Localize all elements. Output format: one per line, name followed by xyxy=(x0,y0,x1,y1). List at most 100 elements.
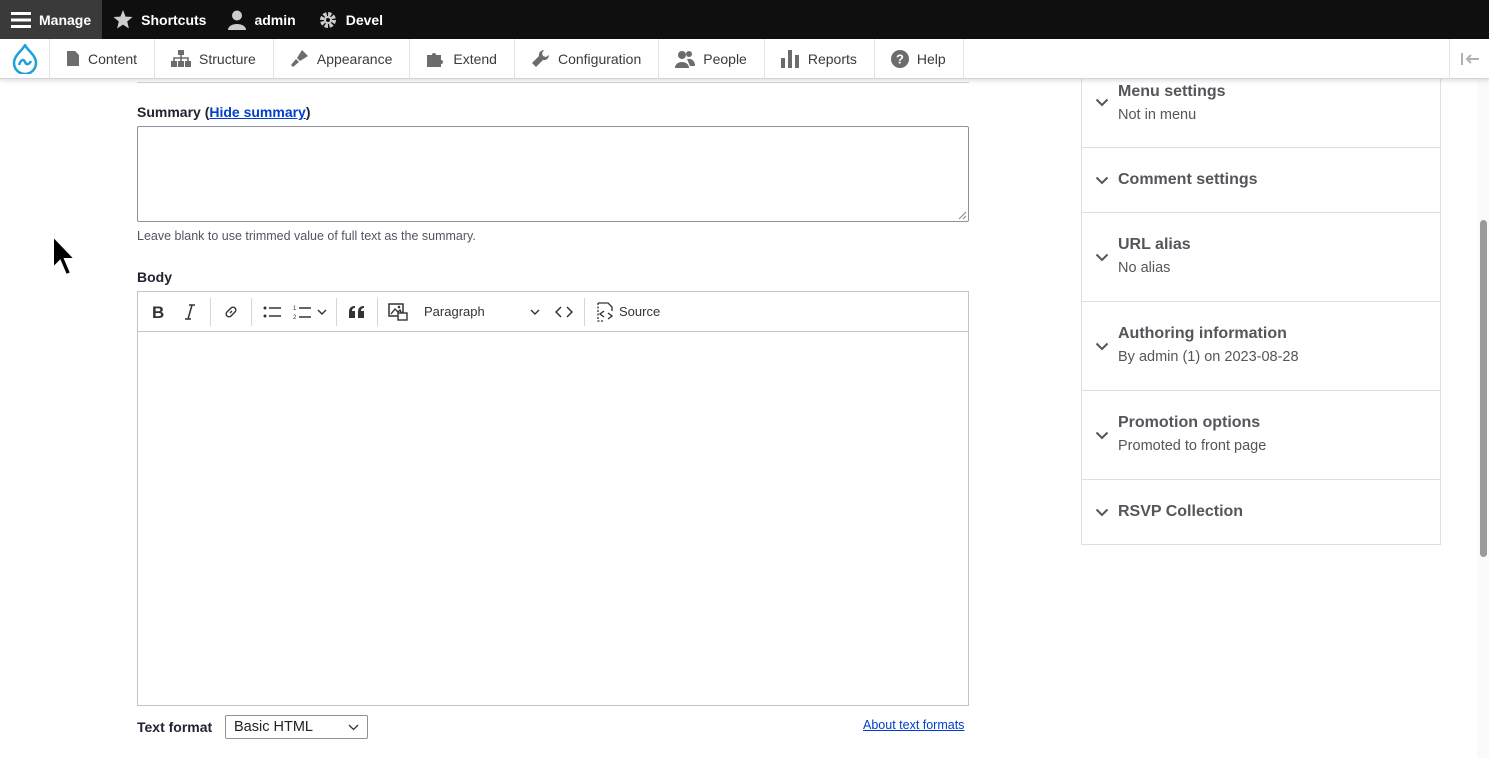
bulleted-list-button[interactable] xyxy=(256,296,288,328)
body-editor-content[interactable] xyxy=(138,332,968,705)
help-icon: ? xyxy=(890,49,909,68)
paintbrush-icon xyxy=(290,50,308,67)
user-icon xyxy=(228,10,247,30)
shortcuts-tab[interactable]: Shortcuts xyxy=(102,0,217,39)
hide-summary-link[interactable]: Hide summary xyxy=(209,104,305,120)
toolbar-separator xyxy=(377,297,378,326)
source-label: Source xyxy=(619,304,661,319)
source-icon xyxy=(597,301,614,322)
tray-item-people[interactable]: People xyxy=(659,39,765,78)
summary-label-prefix: Summary ( xyxy=(137,104,210,120)
resize-grip-icon[interactable] xyxy=(957,210,967,220)
chevron-down-icon xyxy=(1095,98,1109,107)
text-format-select[interactable]: Basic HTML xyxy=(225,715,368,739)
sidebar-section-promotion-options[interactable]: Promotion options Promoted to front page xyxy=(1082,391,1440,480)
chevron-down-icon xyxy=(1095,508,1109,517)
admin-toolbar: Manage Shortcuts admin Devel xyxy=(0,0,1489,39)
tray-item-help[interactable]: ? Help xyxy=(875,39,964,78)
sidebar-section-summary: Not in menu xyxy=(1118,107,1197,123)
svg-text:?: ? xyxy=(896,51,904,66)
drupal-drop-icon xyxy=(12,43,37,74)
sidebar-section-authoring-information[interactable]: Authoring information By admin (1) on 20… xyxy=(1082,302,1440,391)
bulleted-list-icon xyxy=(263,306,281,317)
numbered-list-icon: 12 xyxy=(293,306,311,320)
about-text-formats-link[interactable]: About text formats xyxy=(863,718,964,732)
sidebar-section-comment-settings[interactable]: Comment settings xyxy=(1082,148,1440,213)
tray-item-content[interactable]: Content xyxy=(50,39,156,78)
tray-item-reports[interactable]: Reports xyxy=(765,39,875,78)
mouse-cursor-icon xyxy=(52,234,78,277)
tray-label: Structure xyxy=(199,50,256,67)
star-icon xyxy=(113,10,133,29)
sidebar-section-summary: Promoted to front page xyxy=(1118,438,1267,454)
scrollbar-thumb[interactable] xyxy=(1480,220,1487,557)
sidebar-section-summary: By admin (1) on 2023-08-28 xyxy=(1118,349,1299,365)
italic-button[interactable] xyxy=(174,296,206,328)
heading-dropdown[interactable]: Paragraph xyxy=(414,296,548,328)
chevron-down-icon xyxy=(317,309,327,315)
link-button[interactable] xyxy=(215,296,247,328)
link-icon xyxy=(225,305,237,318)
tray-label: Reports xyxy=(807,50,857,67)
sidebar-section-rsvp-collection[interactable]: RSVP Collection xyxy=(1082,480,1440,544)
sidebar-section-title: Authoring information xyxy=(1118,325,1287,342)
tray-item-extend[interactable]: Extend xyxy=(410,39,515,78)
tray-label: Appearance xyxy=(316,50,393,67)
sidebar-section-title: Menu settings xyxy=(1118,83,1226,100)
sidebar-section-url-alias[interactable]: URL alias No alias xyxy=(1082,213,1440,302)
tray-orientation-toggle[interactable] xyxy=(1449,39,1489,79)
page-scrollbar[interactable] xyxy=(1477,79,1489,758)
svg-text:2: 2 xyxy=(293,315,297,320)
manage-tab[interactable]: Manage xyxy=(0,0,103,39)
drupal-logo[interactable] xyxy=(0,39,50,78)
section-divider xyxy=(137,79,969,83)
page-icon xyxy=(67,51,79,66)
summary-description: Leave blank to use trimmed value of full… xyxy=(137,229,476,243)
toolbar-separator xyxy=(251,297,252,326)
sidebar-section-title: Comment settings xyxy=(1118,171,1258,188)
toolbar-separator xyxy=(336,297,337,326)
body-editor: B 12 Paragraph Source xyxy=(137,291,969,706)
text-format-label: Text format xyxy=(137,719,213,735)
toolbar-separator xyxy=(210,297,211,326)
code-icon xyxy=(555,305,573,318)
italic-icon xyxy=(185,303,195,320)
heading-dropdown-value: Paragraph xyxy=(424,304,485,319)
numbered-list-button[interactable]: 12 xyxy=(288,296,332,328)
summary-label: Summary (Hide summary) xyxy=(137,104,311,120)
tray-item-structure[interactable]: Structure xyxy=(155,39,274,78)
source-button[interactable]: Source xyxy=(589,296,666,328)
svg-text:B: B xyxy=(152,305,164,319)
user-label: admin xyxy=(254,11,296,28)
sidebar-section-title: URL alias xyxy=(1118,236,1191,253)
devel-tab[interactable]: Devel xyxy=(307,0,394,39)
sidebar-section-title: Promotion options xyxy=(1118,414,1261,431)
hamburger-icon xyxy=(11,11,31,28)
chevron-down-icon xyxy=(348,724,359,730)
sitemap-icon xyxy=(171,50,192,67)
svg-text:1: 1 xyxy=(293,306,297,312)
tray-label: Content xyxy=(88,50,138,67)
manage-label: Manage xyxy=(39,11,92,28)
tray-item-configuration[interactable]: Configuration xyxy=(515,39,660,78)
sidebar-section-title: RSVP Collection xyxy=(1118,503,1244,520)
node-settings-sidebar: Menu settings Not in menu Comment settin… xyxy=(1081,79,1441,545)
code-button[interactable] xyxy=(548,296,580,328)
insert-image-button[interactable] xyxy=(382,296,414,328)
user-tab[interactable]: admin xyxy=(217,0,306,39)
blockquote-button[interactable] xyxy=(341,296,373,328)
summary-textarea[interactable] xyxy=(137,126,969,222)
toolbar-separator xyxy=(584,297,585,326)
sidebar-section-menu-settings[interactable]: Menu settings Not in menu xyxy=(1082,79,1440,148)
sidebar-section-summary: No alias xyxy=(1118,260,1171,276)
bold-button[interactable]: B xyxy=(142,296,174,328)
tray-item-appearance[interactable]: Appearance xyxy=(274,39,411,78)
people-icon xyxy=(675,50,696,68)
chevron-down-icon xyxy=(1095,176,1109,185)
chevron-down-icon xyxy=(530,309,540,315)
tray-label: Extend xyxy=(453,50,497,67)
chevron-down-icon xyxy=(1095,253,1109,262)
summary-label-suffix: ) xyxy=(305,104,311,120)
chevron-down-icon xyxy=(1095,431,1109,440)
shortcuts-label: Shortcuts xyxy=(141,11,207,28)
